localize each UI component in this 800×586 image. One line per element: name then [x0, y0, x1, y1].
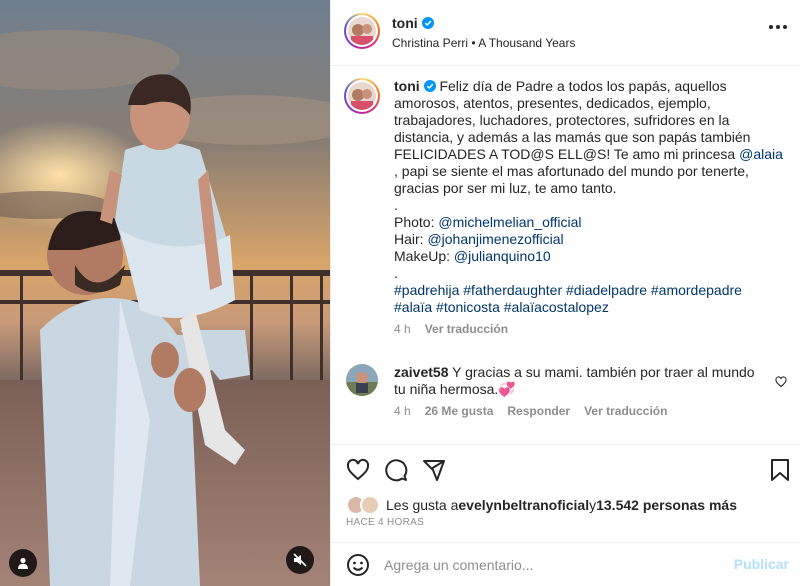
hashtags-line-2[interactable]: #alaïa #tonicosta #alaïacostalopez: [394, 299, 784, 316]
avatar-photo: [346, 364, 378, 396]
verified-badge-icon: [421, 17, 434, 29]
father-daughter-photo: [0, 0, 330, 586]
comment-meta: 4 h 26 Me gusta Responder Ver traducción: [394, 404, 784, 418]
caption-time[interactable]: 4 h: [394, 322, 411, 336]
bookmark-icon[interactable]: [768, 458, 792, 482]
caption-dot: .: [394, 265, 398, 281]
likes-middle: y: [589, 497, 597, 513]
mention-hair[interactable]: @johanjimenezofficial: [427, 231, 563, 247]
comment-text: zaivet58 Y gracias a su mami. también po…: [394, 364, 759, 398]
commenter-username[interactable]: zaivet58: [394, 364, 448, 380]
comment-likes[interactable]: 26 Me gusta: [425, 404, 494, 418]
song-separator: •: [468, 36, 479, 50]
liker-username[interactable]: evelynbeltranoficial: [458, 497, 589, 513]
caption-username[interactable]: toni: [394, 78, 420, 94]
credit-makeup: MakeUp: @julianquino10: [394, 248, 784, 265]
user-icon: [18, 557, 28, 569]
mention-makeup[interactable]: @julianquino10: [454, 248, 551, 264]
mute-audio-button[interactable]: [286, 546, 314, 574]
post-timestamp[interactable]: HACE 4 HORAS: [346, 517, 424, 528]
post-detail-panel: toni Christina Perri • A Thousand Years: [330, 0, 800, 586]
comment-translate-link[interactable]: Ver traducción: [584, 404, 667, 418]
emoji-icon[interactable]: [346, 553, 370, 577]
post-photo[interactable]: [0, 0, 330, 586]
tagged-users-button[interactable]: [9, 549, 37, 577]
liker-avatars[interactable]: [346, 495, 380, 515]
author-avatar[interactable]: [344, 13, 380, 49]
credit-photo: Photo: @michelmelian_official: [394, 214, 784, 231]
likes-summary: Les gusta a evelynbeltranoficial y 13.54…: [346, 495, 737, 515]
credit-photo-label: Photo:: [394, 214, 439, 230]
comments-section[interactable]: toni Feliz día de Padre a todos los papá…: [331, 66, 800, 444]
caption-text: toni Feliz día de Padre a todos los papá…: [394, 78, 784, 316]
heart-icon[interactable]: [346, 458, 370, 482]
comment-input[interactable]: [384, 554, 724, 576]
more-options-icon[interactable]: [769, 25, 787, 29]
caption-text-part2: , papi se siente el mas afortunado del m…: [394, 163, 749, 196]
commenter-avatar[interactable]: [346, 364, 378, 396]
author-username-row: toni: [392, 15, 434, 31]
add-comment-bar: Publicar: [331, 542, 800, 586]
post-comment-button[interactable]: Publicar: [734, 556, 789, 572]
audio-track[interactable]: Christina Perri • A Thousand Years: [392, 36, 575, 50]
comment-item: zaivet58 Y gracias a su mami. también po…: [344, 364, 787, 418]
likes-prefix: Les gusta a: [386, 497, 459, 513]
comment-time[interactable]: 4 h: [394, 404, 411, 418]
likes-count[interactable]: 13.542 personas más: [596, 497, 737, 513]
avatar-photo: [348, 82, 376, 110]
avatar-photo: [348, 17, 376, 45]
comment-message: Y gracias a su mami. también por traer a…: [394, 364, 755, 397]
credit-hair: Hair: @johanjimenezofficial: [394, 231, 784, 248]
caption-dot: .: [394, 197, 398, 213]
caption-translate-link[interactable]: Ver traducción: [425, 322, 508, 336]
author-username[interactable]: toni: [392, 15, 418, 31]
caption-text-part1: Feliz día de Padre a todos los papás, aq…: [394, 78, 751, 162]
share-icon[interactable]: [422, 458, 446, 482]
caption-meta: 4 h Ver traducción: [394, 322, 784, 336]
mention-photographer[interactable]: @michelmelian_official: [438, 214, 581, 230]
credit-makeup-label: MakeUp:: [394, 248, 454, 264]
comment-reply-button[interactable]: Responder: [507, 404, 570, 418]
post-caption: toni Feliz día de Padre a todos los papá…: [344, 78, 784, 336]
verified-badge-icon: [423, 80, 436, 92]
comment-icon[interactable]: [384, 458, 408, 482]
post-header: toni Christina Perri • A Thousand Years: [331, 0, 800, 66]
caption-avatar[interactable]: [344, 78, 380, 114]
song-artist: Christina Perri: [392, 36, 469, 50]
mention-alaia[interactable]: @alaia: [739, 146, 783, 162]
credit-hair-label: Hair:: [394, 231, 428, 247]
speaker-muted-icon: [293, 553, 307, 567]
heart-icon[interactable]: [775, 376, 787, 388]
post-actions: Les gusta a evelynbeltranoficial y 13.54…: [331, 444, 800, 542]
song-title: A Thousand Years: [478, 36, 576, 50]
hashtags-line-1[interactable]: #padrehija #fatherdaughter #diadelpadre …: [394, 282, 784, 299]
